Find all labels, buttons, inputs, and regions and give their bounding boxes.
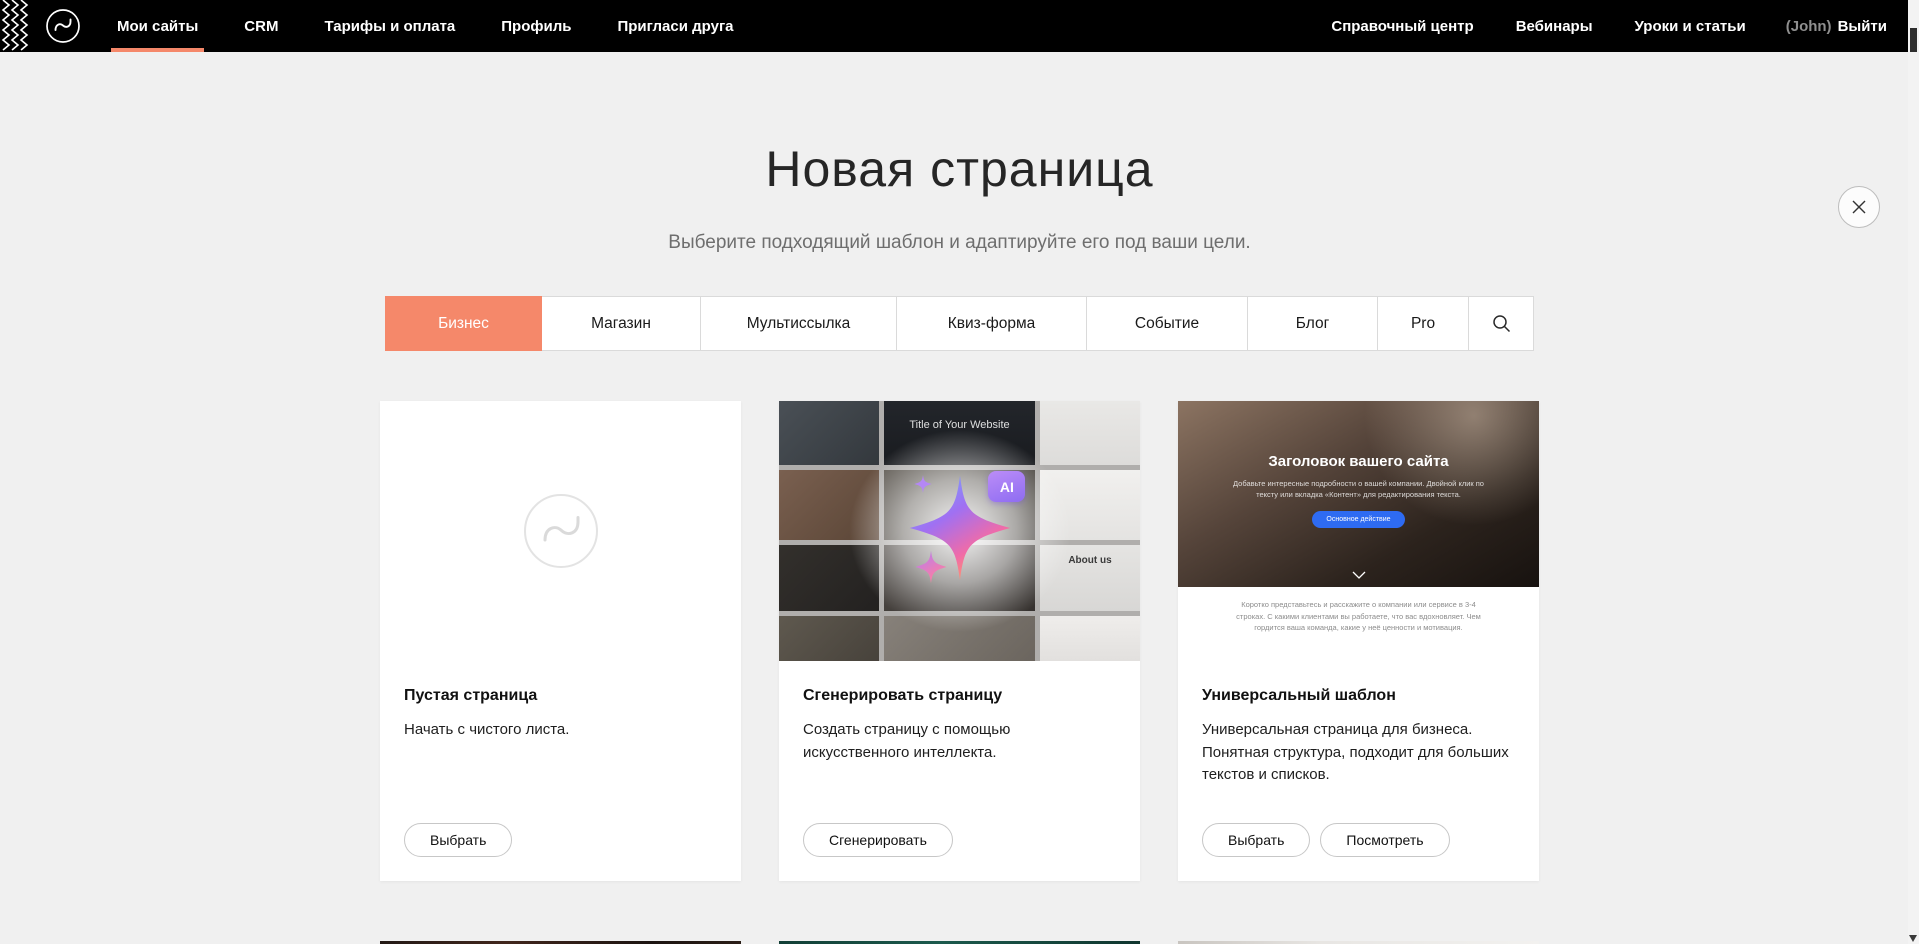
preview-body-text: Коротко представьтесь и расскажите о ком… — [1233, 599, 1485, 661]
template-category-tabs: Бизнес Магазин Мультиссылка Квиз-форма С… — [385, 296, 1534, 351]
choose-button[interactable]: Выбрать — [404, 823, 512, 857]
ai-sparkle-small-icon — [913, 549, 949, 585]
zigzag-pattern-icon — [1, 0, 31, 52]
card-universal-template[interactable]: Заголовок вашего сайта Добавьте интересн… — [1178, 401, 1539, 881]
preview-site-title: Заголовок вашего сайта — [1268, 453, 1448, 470]
template-preview-body: Коротко представьтесь и расскажите о ком… — [1178, 587, 1539, 661]
tab-blog[interactable]: Блог — [1247, 296, 1378, 351]
nav-profile[interactable]: Профиль — [495, 0, 577, 52]
template-preview-hero: Заголовок вашего сайта Добавьте интересн… — [1178, 401, 1539, 587]
ai-collage-preview: Title of Your Website About us — [779, 401, 1140, 661]
user-name: (John) — [1786, 18, 1832, 35]
ai-badge: AI — [988, 471, 1025, 502]
tab-event[interactable]: Событие — [1086, 296, 1248, 351]
card-blank-page[interactable]: Пустая страница Начать с чистого листа. … — [380, 401, 741, 881]
nav-lessons[interactable]: Уроки и статьи — [1633, 0, 1748, 52]
scrollbar-thumb[interactable] — [1910, 28, 1917, 52]
card-info: Универсальный шаблон Универсальная стран… — [1178, 661, 1539, 881]
nav-help-center[interactable]: Справочный центр — [1329, 0, 1475, 52]
scrollbar-down-arrow[interactable] — [1909, 935, 1917, 942]
nav-invite-friend[interactable]: Пригласи друга — [611, 0, 739, 52]
card-ai-generate[interactable]: Title of Your Website About us — [779, 401, 1140, 881]
tab-search[interactable] — [1468, 296, 1534, 351]
card-title: Пустая страница — [404, 687, 717, 705]
template-cards: Пустая страница Начать с чистого листа. … — [380, 401, 1539, 881]
tilda-logo[interactable] — [45, 8, 81, 44]
choose-button[interactable]: Выбрать — [1202, 823, 1310, 857]
tab-business[interactable]: Бизнес — [385, 296, 542, 351]
close-icon — [1851, 199, 1867, 215]
logout-link[interactable]: Выйти — [1838, 18, 1887, 35]
nav-webinars[interactable]: Вебинары — [1514, 0, 1595, 52]
user-account: (John) Выйти — [1786, 0, 1887, 52]
top-navbar: Мои сайты CRM Тарифы и оплата Профиль Пр… — [0, 0, 1919, 52]
tab-pro[interactable]: Pro — [1377, 296, 1469, 351]
tilda-watermark-icon — [522, 492, 600, 570]
tab-multilink[interactable]: Мультиссылка — [700, 296, 897, 351]
nav-tariffs[interactable]: Тарифы и оплата — [318, 0, 461, 52]
nav-crm[interactable]: CRM — [238, 0, 284, 52]
template-preview: Заголовок вашего сайта Добавьте интересн… — [1178, 401, 1539, 661]
generate-button[interactable]: Сгенерировать — [803, 823, 953, 857]
view-button[interactable]: Посмотреть — [1320, 823, 1449, 857]
tab-store[interactable]: Магазин — [541, 296, 701, 351]
search-icon — [1492, 314, 1511, 333]
card-description: Универсальная страница для бизнеса. Поня… — [1202, 719, 1515, 787]
card-description: Создать страницу с помощью искусственног… — [803, 719, 1116, 764]
card-title: Универсальный шаблон — [1202, 687, 1515, 705]
page-subtitle: Выберите подходящий шаблон и адаптируйте… — [0, 232, 1919, 254]
nav-my-sites[interactable]: Мои сайты — [111, 0, 204, 52]
main-menu: Мои сайты CRM Тарифы и оплата Профиль Пр… — [111, 0, 740, 52]
preview-cta-button: Основное действие — [1312, 511, 1404, 528]
scrollbar[interactable] — [1908, 0, 1919, 944]
card-description: Начать с чистого листа. — [404, 719, 717, 742]
tab-quiz[interactable]: Квиз-форма — [896, 296, 1087, 351]
card-title: Сгенерировать страницу — [803, 687, 1116, 705]
close-button[interactable] — [1838, 186, 1880, 228]
chevron-down-icon — [1352, 571, 1366, 579]
page-content: Новая страница Выберите подходящий шабло… — [0, 140, 1919, 944]
page-title: Новая страница — [0, 140, 1919, 198]
card-info: Сгенерировать страницу Создать страницу … — [779, 661, 1140, 881]
secondary-menu: Справочный центр Вебинары Уроки и статьи… — [1329, 0, 1887, 52]
preview-site-subtitle: Добавьте интересные подробности о вашей … — [1225, 478, 1493, 501]
card-info: Пустая страница Начать с чистого листа. … — [380, 661, 741, 881]
blank-page-preview — [380, 401, 741, 661]
